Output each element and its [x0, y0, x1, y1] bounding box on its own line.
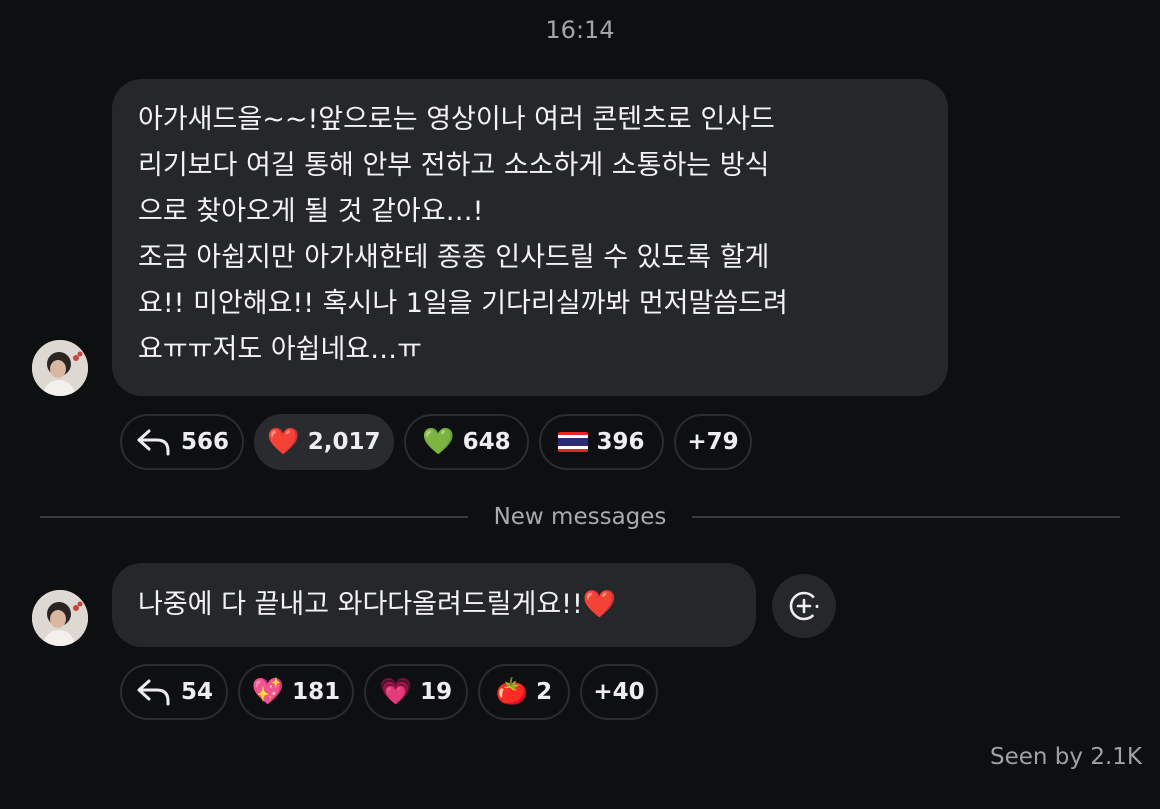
reaction-count: 566 [180, 429, 229, 455]
reaction-row: 566 ❤️ 2,017 💚 648 396 +79 [120, 414, 752, 470]
reaction-red-heart[interactable]: ❤️ 2,017 [254, 414, 394, 470]
message-line: 으로 찾아오게 될 것 같아요…! [138, 196, 484, 227]
reaction-thailand-flag[interactable]: 396 [539, 414, 664, 470]
sender-avatar[interactable] [32, 590, 88, 646]
tomato-icon: 🍅 [495, 677, 529, 707]
new-messages-label: New messages [493, 504, 667, 530]
red-heart-icon: ❤️ [582, 589, 617, 620]
reaction-count: 19 [420, 679, 453, 705]
message-line: 조금 아쉽지만 아가새한테 종종 인사드릴 수 있도록 할게 [138, 242, 770, 273]
new-messages-divider: New messages [40, 502, 1120, 532]
reaction-pink-heart[interactable]: 💗 19 [364, 664, 468, 720]
add-reaction-icon [789, 591, 819, 621]
thailand-flag-icon [558, 432, 589, 452]
message-bubble[interactable]: 아가새드을~~!앞으로는 영상이나 여러 콘텐츠로 인사드 리기보다 여길 통해… [112, 79, 948, 396]
message-line: 요ㅠㅠ저도 아쉽네요…ㅠ [138, 334, 422, 365]
message-line: 아가새드을~~!앞으로는 영상이나 여러 콘텐츠로 인사드 [138, 104, 775, 135]
seen-by-count: Seen by 2.1K [990, 744, 1142, 770]
reaction-count: 396 [596, 429, 645, 455]
reaction-count: 2,017 [307, 429, 381, 455]
message-bubble[interactable]: 나중에 다 끝내고 와다다올려드릴게요!!❤️ [112, 563, 756, 647]
avatar-image-icon [32, 340, 88, 396]
avatar-image-icon [32, 590, 88, 646]
reaction-count: 2 [536, 679, 553, 705]
message-line: 요!! 미안해요!! 혹시나 1일을 기다리실까봐 먼저말씀드려 [138, 288, 788, 319]
more-reactions-count: +79 [687, 429, 739, 455]
divider-line [692, 516, 1120, 518]
reply-count-button[interactable]: 54 [120, 664, 228, 720]
add-reaction-button[interactable] [772, 574, 836, 638]
message-text: 나중에 다 끝내고 와다다올려드릴게요!! [138, 589, 583, 620]
reply-count-button[interactable]: 566 [120, 414, 244, 470]
green-heart-icon: 💚 [422, 427, 455, 457]
reaction-row: 54 💖 181 💗 19 🍅 2 +40 [120, 664, 658, 720]
sender-avatar[interactable] [32, 340, 88, 396]
divider-line [40, 516, 468, 518]
reply-icon [137, 429, 170, 456]
sparkling-heart-icon: 💖 [251, 677, 285, 707]
message-timestamp: 16:14 [545, 16, 615, 44]
reaction-count: 648 [462, 429, 511, 455]
more-reactions-button[interactable]: +40 [580, 664, 658, 720]
pink-heart-icon: 💗 [379, 677, 413, 707]
red-heart-icon: ❤️ [267, 427, 300, 457]
reaction-tomato[interactable]: 🍅 2 [478, 664, 570, 720]
reaction-count: 181 [292, 679, 341, 705]
reply-icon [137, 679, 170, 706]
reaction-count: 54 [180, 679, 213, 705]
reaction-green-heart[interactable]: 💚 648 [404, 414, 529, 470]
more-reactions-button[interactable]: +79 [674, 414, 752, 470]
message-line: 리기보다 여길 통해 안부 전하고 소소하게 소통하는 방식 [138, 150, 770, 181]
more-reactions-count: +40 [593, 679, 645, 705]
reaction-sparkling-heart[interactable]: 💖 181 [238, 664, 354, 720]
